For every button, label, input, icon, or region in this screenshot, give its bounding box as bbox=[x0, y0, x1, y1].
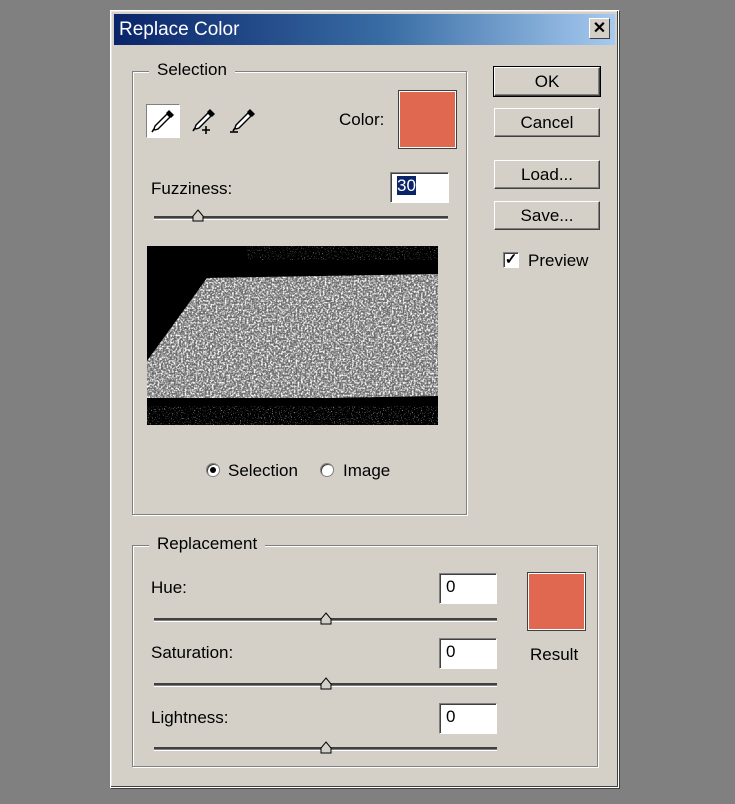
hue-value: 0 bbox=[446, 577, 456, 596]
fuzziness-value: 30 bbox=[397, 176, 416, 195]
view-image-radio[interactable] bbox=[320, 463, 334, 477]
lightness-slider-thumb[interactable] bbox=[320, 741, 332, 754]
view-image-label: Image bbox=[343, 461, 391, 480]
selection-group-label: Selection bbox=[149, 60, 235, 80]
ok-button-label: OK bbox=[534, 71, 560, 91]
eyedropper-minus-tool[interactable] bbox=[228, 104, 262, 138]
eyedropper-plus-icon bbox=[192, 109, 215, 134]
selection-mask-graphic bbox=[147, 246, 438, 425]
cancel-button[interactable]: Cancel bbox=[494, 108, 600, 137]
result-color-swatch[interactable] bbox=[527, 572, 586, 631]
close-button[interactable]: ✕ bbox=[589, 18, 610, 39]
lightness-label: Lightness: bbox=[151, 708, 229, 727]
load-button[interactable]: Load... bbox=[494, 160, 600, 189]
replacement-group-label: Replacement bbox=[149, 534, 266, 554]
result-label: Result bbox=[530, 645, 579, 664]
selection-preview-image[interactable] bbox=[147, 246, 438, 425]
hue-slider-thumb[interactable] bbox=[320, 612, 332, 625]
saturation-slider-thumb[interactable] bbox=[320, 677, 332, 690]
color-label: Color: bbox=[339, 110, 385, 129]
view-selection-radio[interactable] bbox=[206, 463, 220, 477]
ok-button[interactable]: OK bbox=[493, 66, 601, 97]
eyedropper-plus-tool[interactable] bbox=[188, 104, 222, 138]
hue-input[interactable]: 0 bbox=[439, 573, 497, 604]
saturation-label: Saturation: bbox=[151, 643, 234, 662]
fuzziness-label: Fuzziness: bbox=[151, 179, 233, 198]
lightness-value: 0 bbox=[446, 707, 456, 726]
fuzziness-input[interactable]: 30 bbox=[390, 172, 449, 203]
cancel-button-label: Cancel bbox=[520, 112, 574, 132]
checkmark-icon: ✓ bbox=[504, 251, 518, 268]
saturation-input[interactable]: 0 bbox=[439, 638, 497, 669]
title-bar[interactable]: Replace Color ✕ bbox=[114, 14, 615, 45]
window-title: Replace Color bbox=[119, 19, 240, 40]
eyedropper-icon bbox=[151, 110, 174, 133]
view-selection-label: Selection bbox=[228, 461, 298, 480]
saturation-value: 0 bbox=[446, 642, 456, 661]
eyedropper-tool[interactable] bbox=[146, 104, 180, 138]
save-button[interactable]: Save... bbox=[494, 201, 600, 230]
preview-checkbox[interactable]: ✓ bbox=[503, 252, 519, 268]
selection-color-swatch[interactable] bbox=[398, 90, 457, 149]
replace-color-dialog: Replace Color ✕ Selection Color: Fuzzine… bbox=[110, 10, 619, 788]
fuzziness-slider-thumb[interactable] bbox=[192, 209, 204, 222]
lightness-input[interactable]: 0 bbox=[439, 703, 497, 734]
hue-label: Hue: bbox=[151, 578, 187, 597]
save-button-label: Save... bbox=[520, 205, 574, 225]
eyedropper-minus-icon bbox=[230, 109, 255, 133]
close-icon: ✕ bbox=[592, 19, 607, 37]
preview-label: Preview bbox=[528, 251, 589, 270]
load-button-label: Load... bbox=[521, 164, 573, 184]
